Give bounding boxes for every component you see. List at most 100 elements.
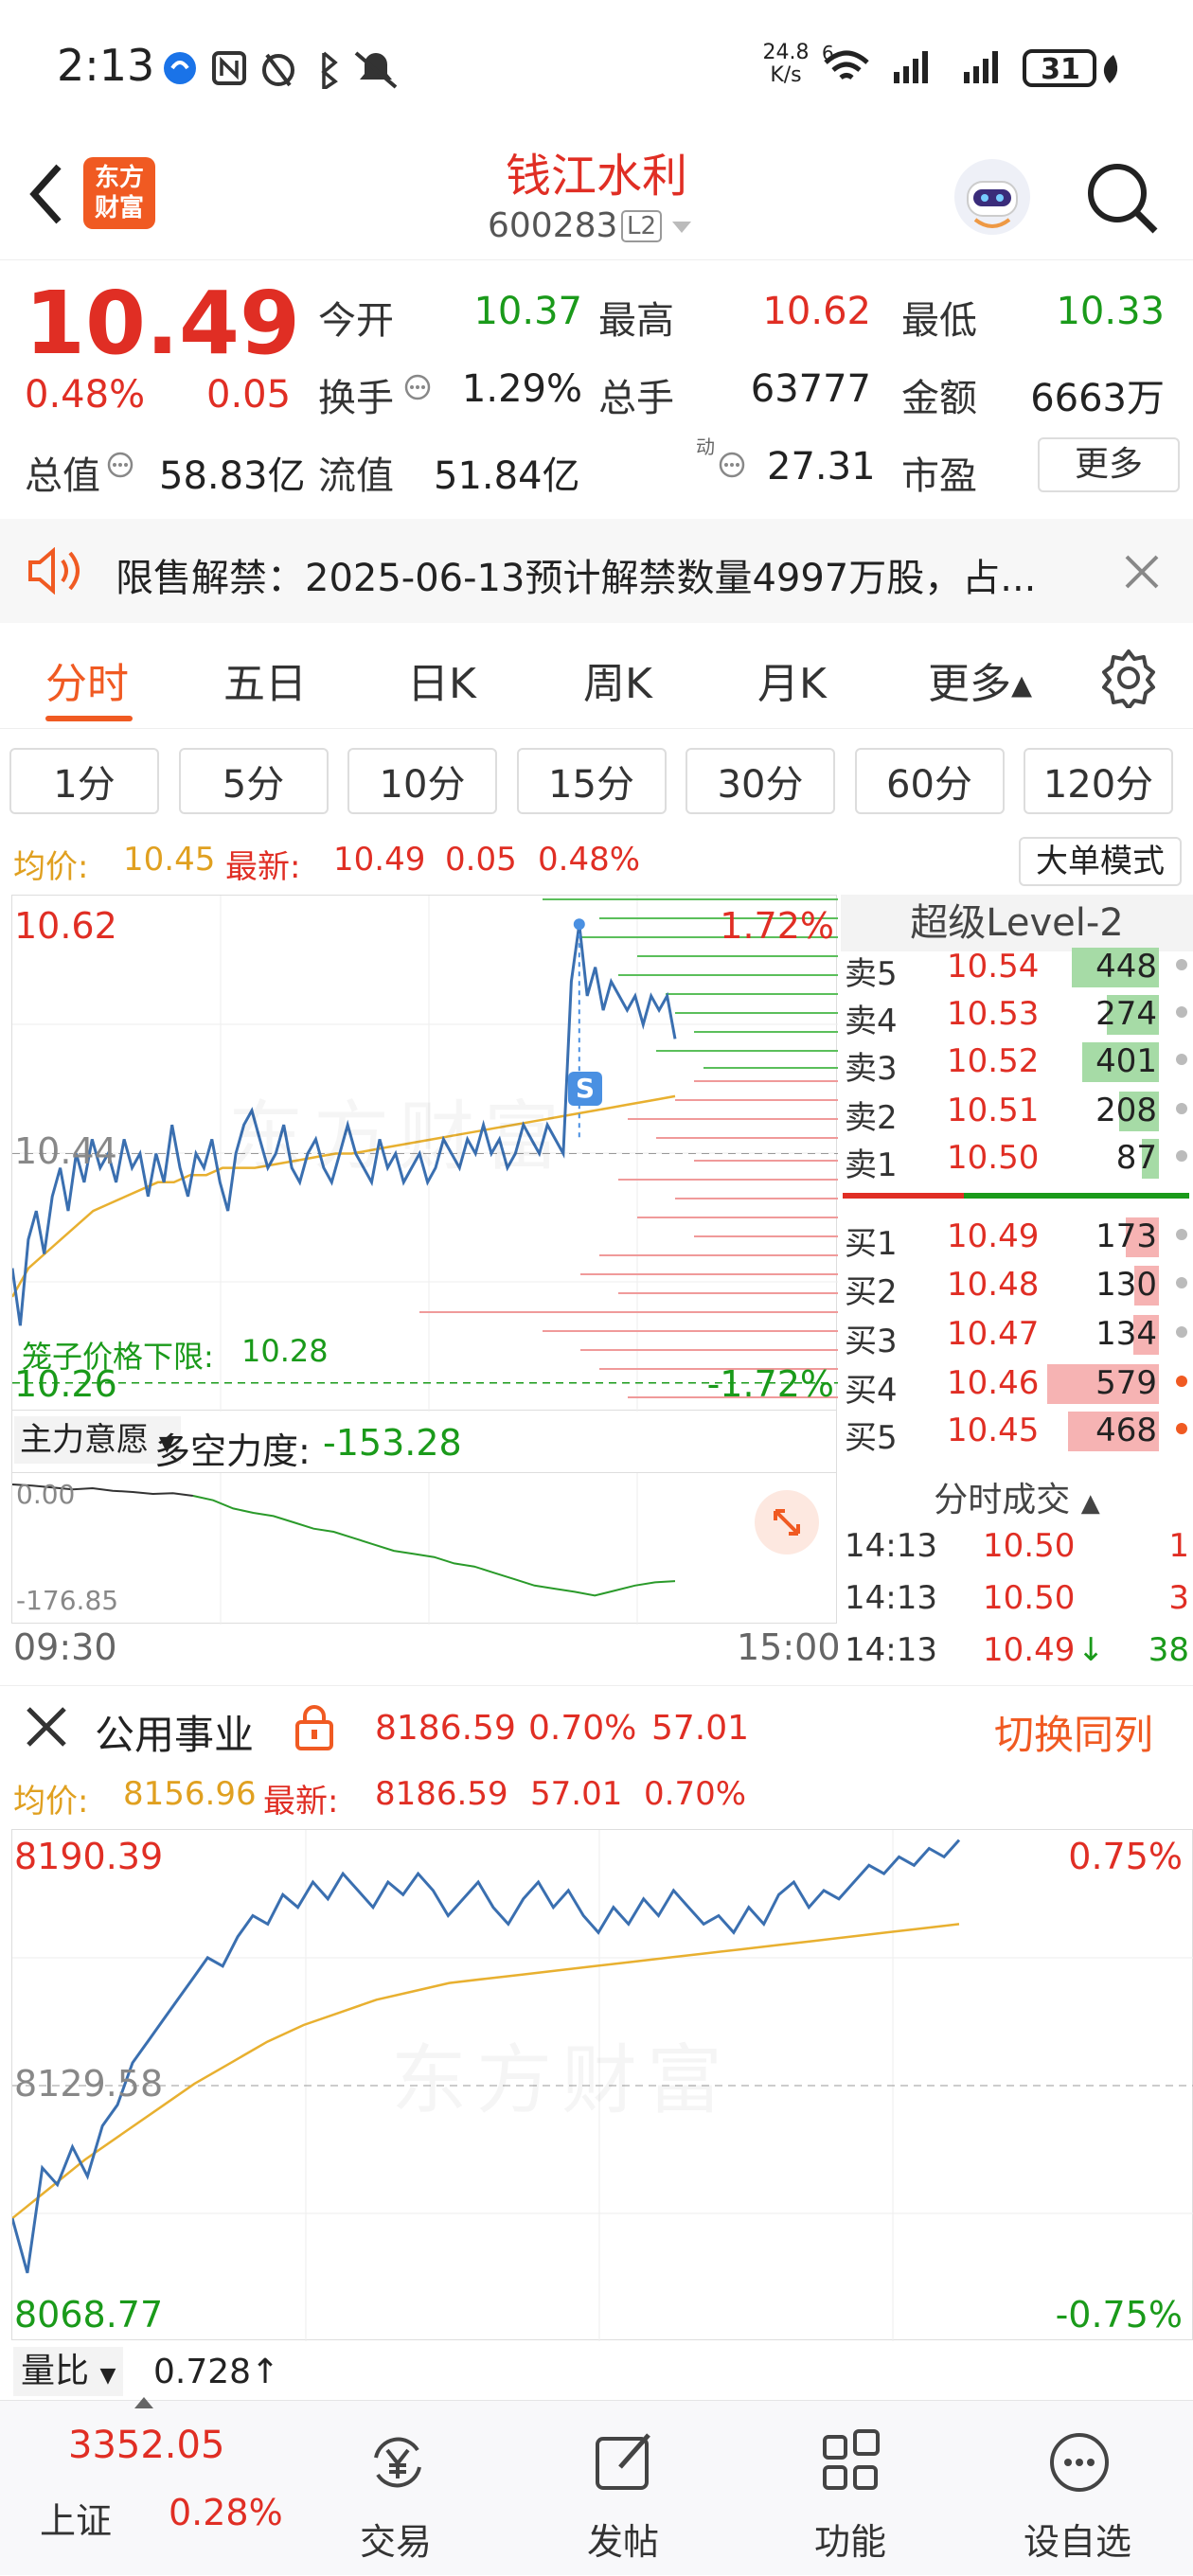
search-icon[interactable]	[1079, 155, 1165, 240]
quote-field-label: 总值	[25, 454, 100, 498]
ask-row[interactable]: 卖5 10.54 448	[841, 942, 1193, 993]
apps-icon	[823, 2429, 880, 2490]
nav-add-favorite[interactable]: 设自选	[983, 2401, 1172, 2576]
level-price: 10.48	[947, 1266, 1040, 1304]
lock-icon[interactable]	[294, 1703, 335, 1750]
speaker-icon	[28, 547, 80, 595]
level-label: 卖3	[845, 1050, 898, 1088]
more-button[interactable]: 更多	[1038, 437, 1180, 492]
net-speed: 24.8 K/s	[762, 41, 810, 87]
indicator-selector[interactable]: 量比 ▼	[13, 2347, 124, 2396]
bid-row[interactable]: 买5 10.45 468	[841, 1406, 1193, 1457]
quote-field-label: 最高	[598, 299, 674, 343]
robot-assistant-icon[interactable]	[947, 151, 1038, 242]
indicator-chart[interactable]: 0.00 -176.85	[11, 1472, 837, 1625]
ask-row[interactable]: 卖2 10.51 208	[841, 1086, 1193, 1137]
level-volume: 173	[1095, 1217, 1157, 1255]
expand-icon[interactable]	[753, 1488, 821, 1556]
level-label: 买3	[845, 1323, 898, 1360]
watermark: 东方财富	[228, 1075, 569, 1185]
indicator-top-label: 0.00	[16, 1479, 76, 1510]
index-ticker[interactable]: 3352.05 上证 0.28%	[0, 2397, 284, 2576]
change-value: 0.05	[206, 373, 292, 417]
watermark: 东方财富	[391, 2019, 732, 2129]
bottom-nav: 3352.05 上证 0.28% 交易 发帖 功能 设自选	[0, 2397, 1193, 2576]
nav-label: 设自选	[1023, 2521, 1131, 2563]
sector-summary: 均价: 8156.96 最新: 8186.59 57.01 0.70%	[0, 1766, 1193, 1824]
active-tab-indicator	[45, 716, 133, 721]
bid-row[interactable]: 买1 10.49 173	[841, 1212, 1193, 1263]
period-selector: 1分 5分 10分 15分 30分 60分 120分	[0, 738, 1193, 824]
trade-icon	[374, 2437, 421, 2488]
level-price: 10.47	[947, 1315, 1040, 1353]
level-label: 卖5	[845, 955, 898, 993]
nav-post[interactable]: 发帖	[528, 2401, 718, 2576]
nav-label: 交易	[359, 2521, 432, 2563]
code-dropdown-icon[interactable]	[670, 218, 693, 237]
period-button[interactable]: 1分	[9, 748, 159, 814]
info-icon[interactable]	[403, 373, 432, 401]
nav-trade[interactable]: 交易	[301, 2401, 490, 2576]
trade-tick-row: 14:13 10.50 3	[841, 1572, 1193, 1623]
bid-row[interactable]: 买2 10.48 130	[841, 1260, 1193, 1311]
favorite-icon	[1050, 2433, 1109, 2492]
level-volume: 448	[1095, 948, 1157, 986]
status-dot-icon	[1176, 1326, 1187, 1338]
sector-name: 公用事业	[95, 1712, 255, 1758]
level-price: 10.49	[947, 1217, 1040, 1255]
tab-2[interactable]: 日K	[407, 649, 476, 710]
tick-time: 14:13	[845, 1631, 937, 1669]
switch-peer-button[interactable]: 切换同列	[994, 1703, 1153, 1761]
close-icon[interactable]	[1123, 553, 1161, 591]
settings-icon[interactable]	[1098, 648, 1159, 708]
tick-price: 10.49	[983, 1631, 1076, 1669]
bid-row[interactable]: 买4 10.46 579	[841, 1359, 1193, 1410]
status-dot-icon	[1176, 1103, 1187, 1114]
close-icon[interactable]	[25, 1705, 68, 1749]
period-button[interactable]: 10分	[347, 748, 497, 814]
ask-row[interactable]: 卖4 10.53 274	[841, 989, 1193, 1040]
period-button[interactable]: 15分	[516, 748, 667, 814]
period-button[interactable]: 60分	[854, 748, 1005, 814]
level-volume: 87	[1115, 1139, 1157, 1177]
tab-5[interactable]: 更多▴	[928, 649, 1032, 710]
sector-chart[interactable]: 8190.39 8129.58 8068.77 0.75% -0.75% 东方财…	[11, 1829, 1193, 2341]
ask-row[interactable]: 卖3 10.52 401	[841, 1037, 1193, 1088]
ticks-title[interactable]: 分时成交 ▲	[841, 1472, 1193, 1521]
period-button[interactable]: 30分	[686, 748, 835, 814]
pct-top-label: 1.72%	[720, 905, 834, 947]
signal-marker[interactable]: S	[568, 1072, 602, 1106]
intraday-summary: 均价: 10.45 最新: 10.49 0.05 0.48% 大单模式	[0, 833, 1193, 890]
nav-label: 发帖	[586, 2521, 659, 2563]
indicator-label: 多空力度:	[154, 1430, 311, 1472]
latest-label: 最新:	[225, 848, 301, 886]
tab-4[interactable]: 月K	[757, 649, 827, 710]
level-price: 10.46	[947, 1364, 1040, 1402]
level2-panel: 超级Level-2 卖5 10.54 448 卖4 10.53 274 卖3 10.52 401…	[841, 895, 1193, 1682]
intraday-chart[interactable]: 10.62 10.44 10.26 1.72% -1.72% 笼子价格下限: 1…	[11, 895, 838, 1412]
info-icon[interactable]	[106, 451, 134, 479]
notice-bar[interactable]: 限售解禁：2025-06-13预计解禁数量4997万股，占...	[0, 519, 1193, 623]
chart-tabs: 分时 五日 日K 周K 月K 更多▴	[0, 625, 1193, 729]
indicator-value: -153.28	[323, 1422, 462, 1464]
ask-row[interactable]: 卖1 10.50 87	[841, 1133, 1193, 1184]
tab-3[interactable]: 周K	[583, 649, 652, 710]
big-order-mode-button[interactable]: 大单模式	[1019, 837, 1182, 886]
indicator-line	[192, 1495, 676, 1597]
level-price: 10.50	[947, 1139, 1040, 1177]
bid-ask-ratio-bar	[843, 1193, 1189, 1199]
quote-field-value: 10.62	[762, 290, 871, 333]
quote-field-value: 10.37	[473, 290, 582, 333]
tick-volume: 1	[1168, 1527, 1189, 1565]
sector-latest-change: 57.01	[530, 1775, 623, 1813]
tab-0[interactable]: 分时	[45, 649, 129, 710]
nav-functions[interactable]: 功能	[756, 2401, 945, 2576]
period-button[interactable]: 5分	[178, 748, 329, 814]
info-icon[interactable]	[718, 451, 746, 479]
pe-dynamic-badge: 动	[696, 435, 715, 458]
bid-row[interactable]: 买3 10.47 134	[841, 1309, 1193, 1360]
tab-1[interactable]: 五日	[223, 649, 307, 710]
level-label: 买4	[845, 1372, 898, 1410]
period-button[interactable]: 120分	[1024, 748, 1173, 814]
level-label: 买2	[845, 1273, 898, 1311]
